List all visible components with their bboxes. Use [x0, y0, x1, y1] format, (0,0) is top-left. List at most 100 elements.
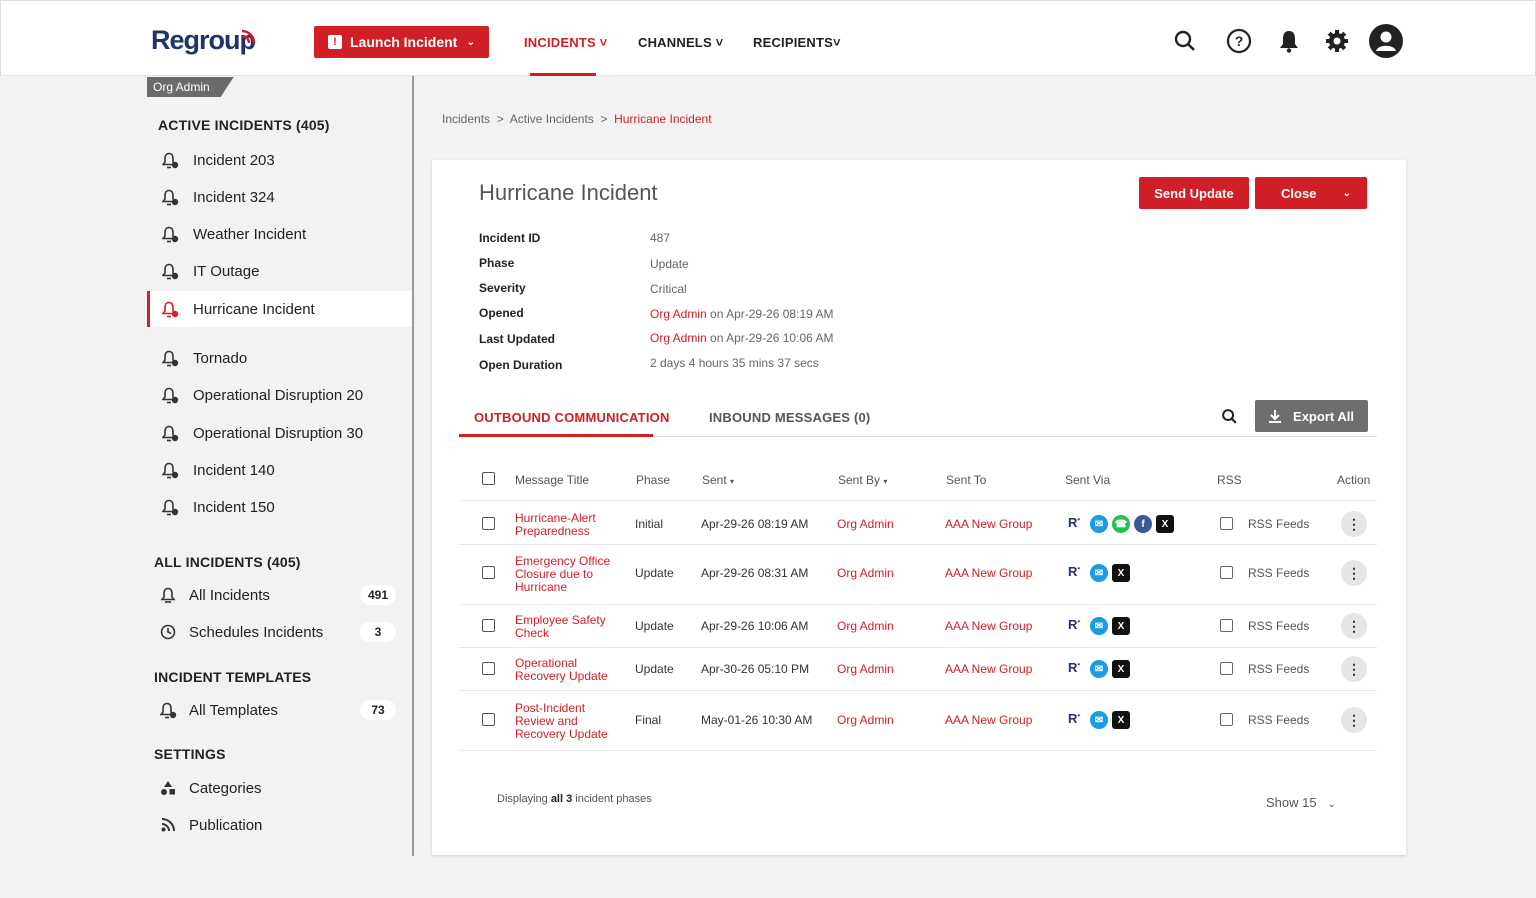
row-actions-kebab-icon[interactable]: ⋮	[1341, 707, 1367, 733]
sidebar-item-categories[interactable]: Categories	[147, 770, 412, 806]
all-incidents-heading: ALL INCIDENTS (405)	[154, 554, 301, 570]
table-search-icon[interactable]	[1221, 408, 1238, 430]
col-sent-to[interactable]: Sent To	[946, 473, 986, 487]
rss-icon	[159, 816, 177, 834]
help-icon[interactable]: ?	[1225, 27, 1253, 55]
sidebar-item-schedules-incidents[interactable]: Schedules Incidents 3	[147, 614, 412, 650]
svg-text:?: ?	[1235, 33, 1244, 49]
incident-bell-icon	[161, 386, 179, 404]
sidebar-item-label: Tornado	[193, 349, 248, 367]
sidebar-item-label: All Incidents	[189, 586, 270, 604]
select-all-checkbox[interactable]	[482, 472, 495, 485]
bell-icon[interactable]	[1275, 27, 1303, 55]
sent-to-link[interactable]: AAA New Group	[945, 713, 1032, 727]
sidebar-item-all-templates[interactable]: All Templates 73	[147, 692, 412, 728]
message-title-link[interactable]: Emergency Office Closure due to Hurrican…	[515, 554, 625, 594]
sent-by-link[interactable]: Org Admin	[837, 619, 894, 633]
sidebar-item-incident[interactable]: Operational Disruption 30	[147, 415, 412, 451]
user-avatar-icon[interactable]	[1369, 24, 1403, 58]
sent-via-icons: R• ✉ X	[1068, 564, 1130, 582]
nav-channels[interactable]: CHANNELS ˅	[638, 35, 723, 50]
col-sent-via: Sent Via	[1065, 473, 1111, 487]
updated-by-link[interactable]: Org Admin	[650, 331, 707, 345]
incident-bell-icon	[161, 262, 179, 280]
message-title-link[interactable]: Hurricane-Alert Preparedness	[515, 512, 625, 538]
sidebar-item-incident[interactable]: Tornado	[147, 340, 412, 376]
sidebar-item-all-incidents[interactable]: All Incidents 491	[147, 577, 412, 613]
row-actions-kebab-icon[interactable]: ⋮	[1341, 511, 1367, 537]
top-navigation-bar: Regroup ! Launch Incident ⌄ INCIDENTS ˅ …	[0, 0, 1536, 76]
phase-cell: Initial	[635, 517, 664, 531]
sidebar-item-incident[interactable]: Weather Incident	[147, 216, 412, 252]
close-button[interactable]: Close ⌄	[1255, 177, 1367, 209]
regroup-icon: R•	[1068, 515, 1081, 530]
row-actions-kebab-icon[interactable]: ⋮	[1341, 560, 1367, 586]
col-sent-by[interactable]: Sent By ▾	[838, 473, 887, 487]
sent-via-icons: R• ✉ ☎ f X	[1068, 515, 1174, 533]
rss-checkbox[interactable]	[1220, 619, 1233, 632]
message-title-link[interactable]: Post-Incident Review and Recovery Update	[515, 701, 625, 741]
page-size-select[interactable]: Show 15 ⌄	[1266, 795, 1336, 810]
sent-by-link[interactable]: Org Admin	[837, 517, 894, 531]
sidebar-item-incident[interactable]: Hurricane Incident	[147, 291, 412, 327]
row-checkbox[interactable]	[482, 566, 495, 579]
col-sent[interactable]: Sent ▾	[702, 473, 734, 487]
sent-to-link[interactable]: AAA New Group	[945, 517, 1032, 531]
sent-by-link[interactable]: Org Admin	[837, 662, 894, 676]
phase-cell: Update	[635, 662, 674, 676]
row-checkbox[interactable]	[482, 662, 495, 675]
opened-by-link[interactable]: Org Admin	[650, 307, 707, 321]
row-checkbox[interactable]	[482, 619, 495, 632]
message-title-link[interactable]: Operational Recovery Update	[515, 657, 625, 683]
page-title: Hurricane Incident	[479, 180, 658, 205]
phase-cell: Final	[635, 713, 662, 727]
rss-checkbox[interactable]	[1220, 517, 1233, 530]
row-checkbox[interactable]	[482, 517, 495, 530]
breadcrumb-active-incidents[interactable]: Active Incidents	[510, 112, 594, 126]
bell-outline-icon	[159, 586, 177, 604]
incident-bell-icon	[161, 300, 179, 318]
tab-outbound-communication[interactable]: OUTBOUND COMMUNICATION	[474, 410, 670, 425]
sidebar-item-incident[interactable]: Incident 324	[147, 179, 412, 215]
row-divider	[459, 604, 1377, 605]
regroup-icon: R•	[1068, 660, 1081, 675]
gear-icon[interactable]	[1323, 27, 1351, 55]
rss-feeds-label: RSS Feeds	[1248, 619, 1310, 633]
nav-recipients[interactable]: RECIPIENTS˅	[753, 35, 841, 50]
row-actions-kebab-icon[interactable]: ⋮	[1341, 656, 1367, 682]
sent-to-link[interactable]: AAA New Group	[945, 566, 1032, 580]
x-icon: X	[1156, 515, 1174, 533]
row-checkbox[interactable]	[482, 713, 495, 726]
sidebar-item-incident[interactable]: IT Outage	[147, 253, 412, 289]
col-message-title[interactable]: Message Title	[515, 473, 589, 487]
categories-shapes-icon	[159, 779, 177, 797]
tab-inbound-messages[interactable]: INBOUND MESSAGES (0)	[709, 410, 870, 425]
row-actions-kebab-icon[interactable]: ⋮	[1341, 613, 1367, 639]
sidebar-item-publication[interactable]: Publication	[147, 807, 412, 843]
sidebar-item-incident[interactable]: Incident 203	[147, 142, 412, 178]
breadcrumb-incidents[interactable]: Incidents	[442, 112, 490, 126]
export-all-button[interactable]: Export All	[1255, 400, 1368, 432]
sidebar-item-incident[interactable]: Incident 140	[147, 452, 412, 488]
incident-bell-icon	[161, 225, 179, 243]
sent-cell: Apr-29-26 10:06 AM	[701, 619, 809, 633]
launch-incident-button[interactable]: ! Launch Incident ⌄	[314, 26, 489, 58]
search-icon[interactable]	[1171, 27, 1199, 55]
send-update-button[interactable]: Send Update	[1139, 177, 1249, 209]
incident-id-label: Incident ID	[479, 231, 541, 245]
sidebar-item-label: Hurricane Incident	[193, 300, 315, 318]
nav-incidents[interactable]: INCIDENTS ˅	[524, 35, 607, 50]
sent-by-link[interactable]: Org Admin	[837, 713, 894, 727]
sent-by-link[interactable]: Org Admin	[837, 566, 894, 580]
rss-checkbox[interactable]	[1220, 662, 1233, 675]
rss-checkbox[interactable]	[1220, 566, 1233, 579]
message-title-link[interactable]: Employee Safety Check	[515, 614, 625, 640]
sent-to-link[interactable]: AAA New Group	[945, 662, 1032, 676]
rss-checkbox[interactable]	[1220, 713, 1233, 726]
col-phase[interactable]: Phase	[636, 473, 670, 487]
sent-to-link[interactable]: AAA New Group	[945, 619, 1032, 633]
clock-icon	[159, 623, 177, 641]
sidebar-item-incident[interactable]: Incident 150	[147, 489, 412, 525]
sidebar-item-incident[interactable]: Operational Disruption 20	[147, 377, 412, 413]
incident-id-value: 487	[650, 231, 671, 245]
